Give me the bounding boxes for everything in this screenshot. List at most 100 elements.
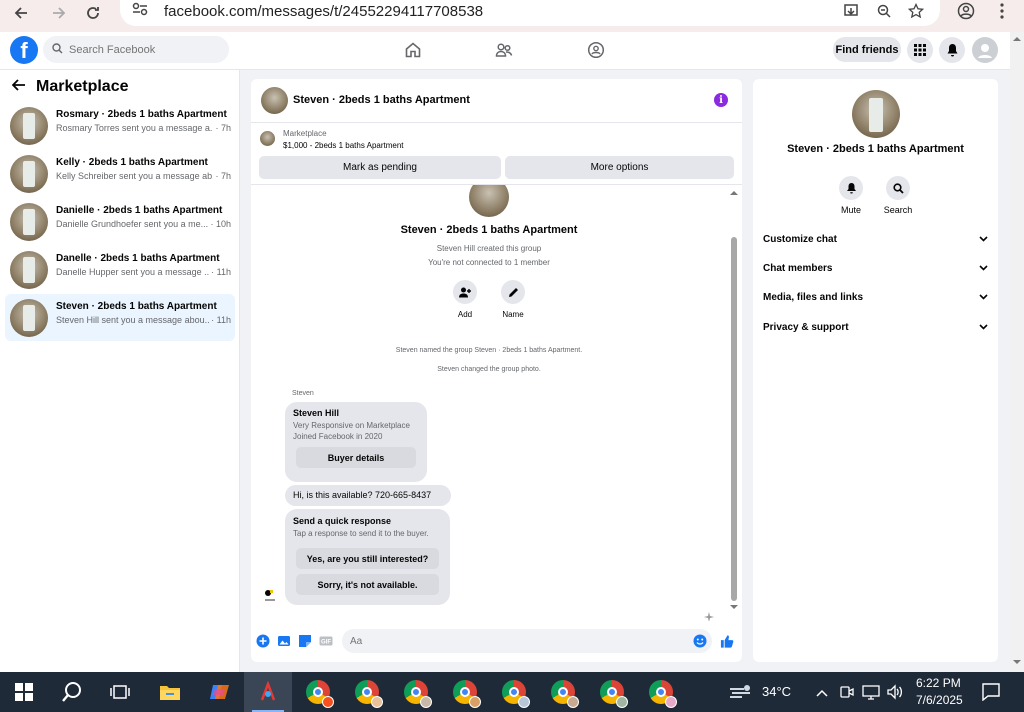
chat-scrollbar[interactable] (729, 189, 739, 609)
info-icon[interactable]: i (714, 93, 728, 107)
search-icon (886, 176, 910, 200)
back-arrow-icon[interactable] (11, 78, 26, 96)
bookmark-star-icon[interactable] (905, 0, 927, 22)
marketplace-sidebar: Marketplace Rosmary · 2beds 1 baths Apar… (0, 70, 240, 672)
profile-icon[interactable] (955, 0, 977, 22)
more-options-button[interactable]: More options (505, 156, 734, 179)
avatar (10, 299, 48, 337)
groups-icon[interactable] (585, 39, 607, 61)
add-person-icon (453, 280, 477, 304)
chrome-profile-7-icon[interactable] (588, 672, 636, 712)
volume-icon[interactable] (886, 684, 904, 705)
conversation-name: Kelly · 2beds 1 baths Apartment (56, 157, 208, 168)
taskbar-search-icon[interactable] (48, 672, 96, 712)
chrome-profile-3-icon[interactable] (392, 672, 440, 712)
name-group-button[interactable]: Name (493, 280, 533, 319)
sender-name: Steven (292, 390, 314, 397)
facebook-logo-icon[interactable]: f (10, 36, 38, 64)
quick-response-subtitle: Tap a response to send it to the buyer. (293, 529, 429, 538)
start-windows-icon[interactable] (0, 672, 48, 712)
zoom-icon[interactable] (873, 0, 895, 22)
task-view-icon[interactable] (96, 672, 144, 712)
search-in-chat-button[interactable]: Search (878, 176, 918, 215)
buyer-name: Steven Hill (293, 408, 340, 418)
group-name: Steven · 2beds 1 baths Apartment (400, 224, 578, 236)
photo-icon[interactable] (277, 634, 291, 648)
install-app-icon[interactable] (840, 0, 862, 22)
forward-icon[interactable] (46, 0, 72, 26)
conversation-item-rosmary[interactable]: Rosmary · 2beds 1 baths Apartment Rosmar… (5, 102, 235, 149)
marketplace-listing-bar: Marketplace $1,000 - 2beds 1 baths Apart… (251, 123, 742, 185)
weather-icon[interactable] (728, 683, 754, 706)
buyer-details-button[interactable]: Buyer details (296, 447, 416, 468)
clock-date: 7/6/2025 (916, 693, 963, 707)
page-scrollbar[interactable] (1010, 32, 1024, 672)
chrome-profile-2-icon[interactable] (343, 672, 391, 712)
profile-avatar[interactable] (852, 90, 900, 138)
network-icon[interactable] (862, 684, 880, 705)
conversation-item-danielle[interactable]: Danielle · 2beds 1 baths Apartment Danie… (5, 198, 235, 245)
conversation-item-danelle[interactable]: Danelle · 2beds 1 baths Apartment Danell… (5, 246, 235, 293)
notification-center-icon[interactable] (982, 683, 1000, 706)
search-input[interactable] (69, 43, 219, 56)
meet-now-icon[interactable] (840, 684, 854, 705)
chrome-profile-8-icon[interactable] (637, 672, 685, 712)
account-avatar[interactable] (972, 37, 998, 63)
privacy-support-section[interactable]: Privacy & support (763, 317, 988, 337)
conversation-name: Steven · 2beds 1 baths Apartment (56, 301, 217, 312)
thumbs-up-icon[interactable] (720, 634, 734, 648)
address-bar[interactable]: facebook.com/messages/t/2455229411770853… (120, 0, 940, 26)
buyer-info-card: Steven Hill Very Responsive on Marketpla… (285, 402, 427, 482)
chevron-down-icon (979, 322, 988, 333)
media-files-links-section[interactable]: Media, files and links (763, 287, 988, 307)
sticker-icon[interactable] (298, 634, 312, 648)
chat-details-panel: Steven · 2beds 1 baths Apartment Mute Se… (753, 79, 998, 662)
avatar (10, 155, 48, 193)
gif-icon[interactable]: GIF (319, 634, 333, 648)
add-member-button[interactable]: Add (445, 280, 485, 319)
chat-members-section[interactable]: Chat members (763, 258, 988, 278)
copilot-icon[interactable] (196, 672, 244, 712)
listing-title[interactable]: $1,000 - 2beds 1 baths Apartment (283, 141, 404, 150)
buyer-joined: Joined Facebook in 2020 (293, 432, 383, 441)
emoji-icon[interactable] (693, 634, 707, 653)
message-input[interactable] (350, 635, 680, 647)
notifications-bell-icon[interactable] (939, 37, 965, 63)
mute-button[interactable]: Mute (831, 176, 871, 215)
chrome-profile-4-icon[interactable] (441, 672, 489, 712)
menu-grid-icon[interactable] (907, 37, 933, 63)
quick-reply-interested-button[interactable]: Yes, are you still interested? (296, 548, 439, 569)
chat-avatar[interactable] (261, 87, 288, 114)
site-info-icon[interactable] (132, 2, 148, 21)
app-icon-active[interactable] (244, 672, 292, 712)
chat-header: Steven · 2beds 1 baths Apartment i (251, 79, 742, 123)
friends-icon[interactable] (493, 39, 515, 61)
chat-title[interactable]: Steven · 2beds 1 baths Apartment (293, 94, 470, 106)
quick-reply-not-available-button[interactable]: Sorry, it's not available. (296, 574, 439, 595)
conversation-item-kelly[interactable]: Kelly · 2beds 1 baths Apartment Kelly Sc… (5, 150, 235, 197)
chrome-profile-6-icon[interactable] (539, 672, 587, 712)
file-explorer-icon[interactable] (146, 672, 194, 712)
customize-chat-section[interactable]: Customize chat (763, 229, 988, 249)
bell-icon (839, 176, 863, 200)
chrome-profile-5-icon[interactable] (490, 672, 538, 712)
find-friends-button[interactable]: Find friends (833, 37, 901, 62)
back-icon[interactable] (8, 0, 34, 26)
menu-kebab-icon[interactable] (992, 0, 1012, 22)
conversation-preview: Danelle Hupper sent you a message ... · … (56, 267, 231, 277)
reload-icon[interactable] (80, 0, 106, 26)
chevron-down-icon (979, 292, 988, 303)
weather-temperature: 34°C (762, 684, 792, 699)
conversation-item-steven[interactable]: Steven · 2beds 1 baths Apartment Steven … (5, 294, 235, 341)
home-icon[interactable] (402, 39, 424, 61)
plus-circle-icon[interactable] (256, 634, 270, 648)
mark-as-pending-button[interactable]: Mark as pending (259, 156, 501, 179)
message-input-box[interactable] (342, 629, 712, 653)
avatar (10, 203, 48, 241)
search-box[interactable] (43, 36, 229, 63)
scrollbar-thumb[interactable] (731, 237, 737, 601)
chrome-profile-1-icon[interactable] (294, 672, 342, 712)
tray-chevron-up-icon[interactable] (816, 685, 828, 703)
url-text: facebook.com/messages/t/2455229411770853… (164, 2, 484, 20)
conversation-preview: Rosmary Torres sent you a message a... ·… (56, 123, 231, 133)
